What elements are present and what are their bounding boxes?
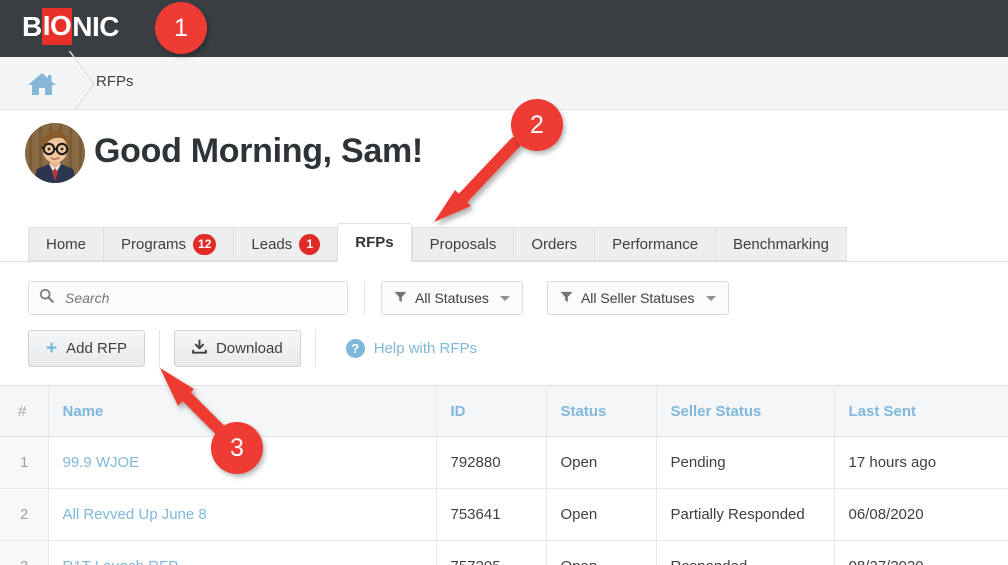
chevron-down-icon bbox=[500, 296, 510, 301]
help-label: Help with RFPs bbox=[374, 340, 477, 357]
cell-num: 2 bbox=[0, 489, 48, 541]
tab-proposals[interactable]: Proposals bbox=[412, 227, 514, 261]
table-header: #NameIDStatusSeller StatusLast Sent bbox=[0, 386, 1008, 437]
seller-status-filter-dropdown[interactable]: All Seller Statuses bbox=[547, 281, 729, 315]
cell-name[interactable]: All Revved Up June 8 bbox=[48, 489, 436, 541]
download-button[interactable]: Download bbox=[174, 330, 301, 367]
cell-id: 792880 bbox=[436, 437, 546, 489]
toolbar-divider-2 bbox=[159, 330, 160, 367]
cell-status: Open bbox=[546, 437, 656, 489]
rfp-name-link[interactable]: R1T Launch RFP bbox=[63, 558, 179, 565]
rfp-name-link[interactable]: 99.9 WJOE bbox=[63, 454, 140, 471]
download-icon bbox=[192, 339, 207, 358]
tab-label: Home bbox=[46, 236, 86, 253]
status-filter-dropdown[interactable]: All Statuses bbox=[381, 281, 523, 315]
question-circle-icon: ? bbox=[346, 339, 365, 358]
column-header-id[interactable]: ID bbox=[436, 386, 546, 437]
add-rfp-label: Add RFP bbox=[66, 340, 127, 357]
cell-status: Open bbox=[546, 541, 656, 565]
column-header-last-sent[interactable]: Last Sent bbox=[834, 386, 1008, 437]
cell-last-sent: 08/27/2020 bbox=[834, 541, 1008, 565]
cell-last-sent: 06/08/2020 bbox=[834, 489, 1008, 541]
breadcrumb-bar: RFPs bbox=[0, 57, 1008, 110]
tab-badge: 1 bbox=[299, 234, 320, 255]
chevron-down-icon bbox=[706, 296, 716, 301]
rfp-table-container: #NameIDStatusSeller StatusLast Sent 1 99.… bbox=[0, 385, 1008, 565]
tab-bar: Home Programs 12 Leads 1 RFPs Proposals Orders P… bbox=[0, 198, 1008, 262]
greeting-section: Good Morning, Sam! bbox=[0, 110, 1008, 198]
rfp-table: #NameIDStatusSeller StatusLast Sent 1 99.… bbox=[0, 385, 1008, 565]
logo-text-part1: B bbox=[22, 10, 42, 44]
help-with-rfps-link[interactable]: ? Help with RFPs bbox=[346, 339, 477, 358]
home-icon[interactable] bbox=[24, 68, 60, 100]
tab-label: Proposals bbox=[430, 236, 497, 253]
tab-label: Performance bbox=[612, 236, 698, 253]
cell-id: 757205 bbox=[436, 541, 546, 565]
tab-list: Home Programs 12 Leads 1 RFPs Proposals Orders P… bbox=[28, 223, 847, 261]
tab-orders[interactable]: Orders bbox=[513, 227, 594, 261]
tab-rfps[interactable]: RFPs bbox=[337, 223, 411, 262]
table-row[interactable]: 2 All Revved Up June 8 753641OpenPartially… bbox=[0, 489, 1008, 541]
status-filter-label: All Statuses bbox=[415, 290, 489, 306]
bionic-logo[interactable]: BIONIC bbox=[22, 8, 119, 45]
tab-label: Orders bbox=[531, 236, 577, 253]
toolbar: All Statuses All Seller Statuses + Add R… bbox=[0, 262, 1008, 385]
download-label: Download bbox=[216, 340, 283, 357]
tab-label: Programs bbox=[121, 236, 186, 253]
cell-num: 1 bbox=[0, 437, 48, 489]
page-root: BIONIC RFPs bbox=[0, 0, 1008, 565]
breadcrumb-separator bbox=[68, 51, 69, 117]
breadcrumb-current[interactable]: RFPs bbox=[96, 73, 134, 90]
search-box[interactable] bbox=[28, 281, 348, 315]
logo-text-highlight: IO bbox=[42, 8, 73, 45]
top-header-bar: BIONIC bbox=[0, 0, 1008, 57]
table-row[interactable]: 1 99.9 WJOE 792880OpenPending17 hours ago bbox=[0, 437, 1008, 489]
tab-benchmarking[interactable]: Benchmarking bbox=[715, 227, 847, 261]
toolbar-divider-3 bbox=[315, 330, 316, 367]
tab-leads[interactable]: Leads 1 bbox=[233, 227, 337, 261]
table-body: 199.9 WJOE792880OpenPending17 hours ago2… bbox=[0, 437, 1008, 565]
table-row[interactable]: 3 R1T Launch RFP 757205OpenResponded08/27/… bbox=[0, 541, 1008, 565]
column-header-num[interactable]: # bbox=[0, 386, 48, 437]
logo-text-part2: NIC bbox=[72, 10, 119, 44]
page-title: Good Morning, Sam! bbox=[94, 132, 423, 171]
plus-icon: + bbox=[46, 339, 57, 358]
action-row: + Add RFP Download ? Help with RFPs bbox=[28, 330, 477, 367]
cell-num: 3 bbox=[0, 541, 48, 565]
cell-last-sent: 17 hours ago bbox=[834, 437, 1008, 489]
tab-performance[interactable]: Performance bbox=[594, 227, 715, 261]
filter-row: All Statuses All Seller Statuses bbox=[28, 281, 729, 315]
tab-programs[interactable]: Programs 12 bbox=[103, 227, 233, 261]
rfp-name-link[interactable]: All Revved Up June 8 bbox=[63, 506, 207, 523]
tab-label: RFPs bbox=[355, 234, 393, 251]
column-header-name[interactable]: Name bbox=[48, 386, 436, 437]
column-header-status[interactable]: Status bbox=[546, 386, 656, 437]
cell-seller-status: Partially Responded bbox=[656, 489, 834, 541]
cell-name[interactable]: R1T Launch RFP bbox=[48, 541, 436, 565]
cell-status: Open bbox=[546, 489, 656, 541]
table-header-row: #NameIDStatusSeller StatusLast Sent bbox=[0, 386, 1008, 437]
toolbar-divider-1 bbox=[364, 281, 365, 315]
filter-icon bbox=[394, 290, 407, 306]
tab-label: Benchmarking bbox=[733, 236, 829, 253]
tab-home[interactable]: Home bbox=[28, 227, 103, 261]
search-input[interactable] bbox=[63, 289, 323, 307]
search-icon bbox=[39, 288, 54, 308]
cell-id: 753641 bbox=[436, 489, 546, 541]
cell-seller-status: Pending bbox=[656, 437, 834, 489]
avatar[interactable] bbox=[25, 123, 85, 183]
column-header-seller-status[interactable]: Seller Status bbox=[656, 386, 834, 437]
cell-seller-status: Responded bbox=[656, 541, 834, 565]
seller-status-filter-label: All Seller Statuses bbox=[581, 290, 695, 306]
tab-label: Leads bbox=[251, 236, 292, 253]
tab-badge: 12 bbox=[193, 234, 216, 255]
cell-name[interactable]: 99.9 WJOE bbox=[48, 437, 436, 489]
filter-icon bbox=[560, 290, 573, 306]
add-rfp-button[interactable]: + Add RFP bbox=[28, 330, 145, 367]
